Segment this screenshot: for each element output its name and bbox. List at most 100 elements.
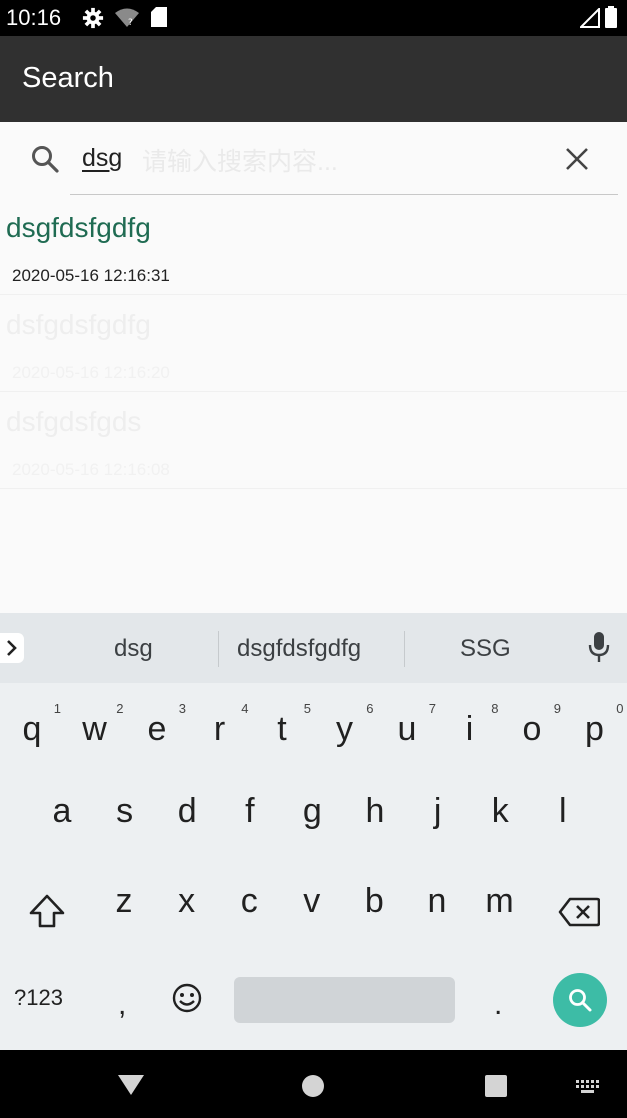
key[interactable]: o9 [501,685,563,771]
results-list: dsgfdsfgdfg 2020-05-16 12:16:31 dsfgdsfgdf… [0,198,627,489]
key[interactable]: f [219,773,281,859]
status-bar: 10:16 ? [0,0,627,36]
chevron-right-icon [7,640,17,656]
key[interactable]: w2 [64,685,126,771]
result-date: 2020-05-16 12:16:08 [12,460,170,479]
key-char: t [277,710,287,748]
key-char: o [522,710,542,748]
key[interactable]: u7 [376,685,438,771]
suggestion-3[interactable]: SSG [460,635,511,663]
search-icon [32,146,59,173]
key[interactable]: k [469,773,531,859]
divider [218,631,219,667]
key-char: e [147,710,167,748]
key-char: u [397,710,417,748]
page-title: Search [22,62,114,94]
suggestion-bar: dsg dsgfdsfgdfg SSG [0,613,627,683]
key[interactable]: p0 [564,685,626,771]
result-title: dsfgdsfgdfg [6,309,151,340]
key[interactable]: c [218,863,280,949]
divider [404,631,405,667]
key-char: r [213,710,226,748]
key[interactable]: x [156,863,218,949]
navigation-bar [0,1050,627,1118]
key-char: z [115,882,133,920]
search-icon [569,989,592,1012]
key-hint: 9 [553,701,561,716]
key-char: g [302,792,322,830]
key[interactable]: g [281,773,343,859]
result-title: dsfgdsfgds [6,406,142,437]
key[interactable]: a [31,773,93,859]
key-char: i [465,710,474,748]
key-char: x [178,882,196,920]
key[interactable]: v [281,863,343,949]
result-item[interactable]: dsgfdsfgdfg 2020-05-16 12:16:31 [0,198,627,295]
keyboard-search-button[interactable] [553,973,607,1027]
key[interactable]: d [156,773,218,859]
back-icon[interactable] [117,1074,145,1096]
key-char: m [485,882,514,920]
key-hint: 1 [53,701,61,716]
key-hint: 8 [491,701,499,716]
wifi-icon: ? [115,8,139,28]
key[interactable]: e3 [126,685,188,771]
close-icon[interactable] [564,146,590,172]
key-hint: 5 [303,701,311,716]
key-char: k [491,792,509,830]
key-char: y [336,710,353,748]
keyboard-switch-icon[interactable] [576,1080,602,1094]
key-hint: 4 [241,701,249,716]
result-date: 2020-05-16 12:16:20 [12,363,170,382]
key-char: v [303,882,321,920]
emoji-icon[interactable] [171,982,203,1014]
soft-keyboard: dsg dsgfdsfgdfg SSG q1w2e3r4t5y6u7i8o9p0… [0,613,627,1050]
suggestion-2[interactable]: dsgfdsfgdfg [237,635,361,663]
key[interactable]: m [469,863,531,949]
search-hint: 请输入搜索内容... [142,148,338,176]
search-input[interactable]: 请输入搜索内容... dsg [70,122,618,195]
suggestion-1[interactable]: dsg [114,635,153,663]
key-char: q [22,710,42,748]
recents-icon[interactable] [484,1074,508,1098]
status-time: 10:16 [6,5,62,30]
sd-card-icon [151,7,167,27]
suggestions-expand-button[interactable] [0,633,24,663]
key[interactable]: h [344,773,406,859]
result-item[interactable]: dsfgdsfgds 2020-05-16 12:16:08 [0,392,627,489]
key[interactable]: t5 [251,685,313,771]
key-char: h [365,792,385,830]
period-key[interactable]: . [494,988,502,1022]
result-item[interactable]: dsfgdsfgdfg 2020-05-16 12:16:20 [0,295,627,392]
key-char: n [427,882,447,920]
shift-icon[interactable] [28,893,66,929]
comma-key[interactable]: , [118,988,126,1022]
key[interactable]: y6 [314,685,376,771]
signal-icon [580,8,600,28]
mic-icon[interactable] [588,631,610,665]
symbols-key[interactable]: ?123 [14,985,63,1011]
key-char: c [240,882,258,920]
key[interactable]: z [93,863,155,949]
key-char: d [177,792,197,830]
search-bar: 请输入搜索内容... dsg [0,122,627,198]
key[interactable]: l [532,773,594,859]
key[interactable]: i8 [439,685,501,771]
key-hint: 7 [428,701,436,716]
key[interactable]: b [343,863,405,949]
key-char: a [52,792,72,830]
key[interactable]: n [406,863,468,949]
key-char: s [116,792,134,830]
app-bar: Search [0,36,627,122]
space-bar[interactable] [234,977,455,1023]
home-icon[interactable] [301,1074,325,1098]
key[interactable]: j [407,773,469,859]
key[interactable]: r4 [189,685,251,771]
key-char: w [82,710,107,748]
key[interactable]: s [94,773,156,859]
search-value: dsg [82,144,123,172]
key[interactable]: q1 [1,685,63,771]
backspace-icon[interactable] [558,897,600,927]
key-hint: 3 [178,701,186,716]
key-char: j [433,792,442,830]
